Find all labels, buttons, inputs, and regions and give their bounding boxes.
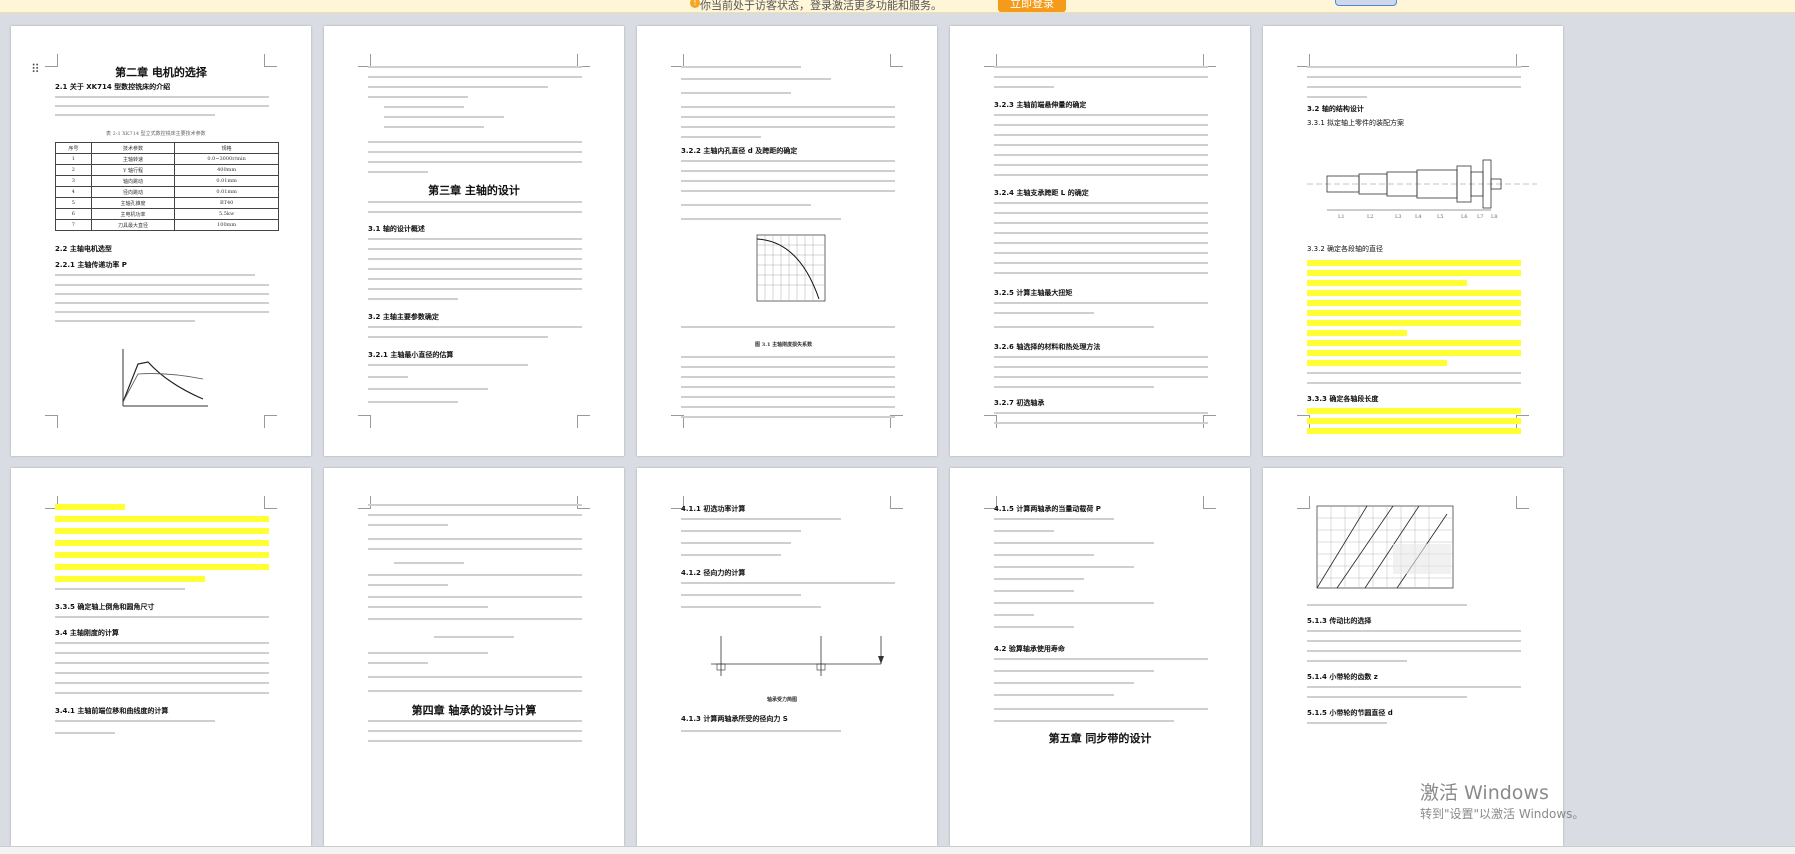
table-cell: 5.5kw: [174, 208, 279, 220]
banner-text: 你当前处于访客状态，登录激活更多功能和服务。: [700, 0, 942, 12]
section-heading: 2.2 主轴电机选型: [55, 245, 112, 253]
table-caption: 表 2-1 XK714 型立式数控铣床主要技术参数: [106, 131, 206, 137]
section-heading: 3.1 轴的设计概述: [368, 225, 425, 233]
table-cell: 0.01mm: [174, 175, 279, 187]
document-page-3[interactable]: 3.2.2 主轴内孔直径 d 及跨距的确定 图 3.1 主轴刚度损失系数: [637, 26, 937, 456]
table-cell: 3: [55, 175, 92, 187]
chapter-title: 第三章 主轴的设计: [428, 184, 520, 197]
section-heading: 3.2.5 计算主轴最大扭矩: [994, 289, 1073, 297]
section-heading: 3.2.3 主轴前端悬伸量的确定: [994, 101, 1087, 109]
toggle-switch[interactable]: [1335, 0, 1397, 6]
section-heading: 3.4.1 主轴前端位移和曲线度的计算: [55, 707, 169, 715]
section-heading: 3.3.2 确定各段轴的直径: [1307, 245, 1384, 253]
belt-selection-chart: [1316, 505, 1454, 589]
table-cell: 主电机功率: [90, 208, 176, 220]
spec-table: 序号 技术参数 规格 1 主轴转速 0.0~3000r/min 2Y 轴行程 400m…: [55, 142, 279, 231]
guest-banner: ! 你当前处于访客状态，登录激活更多功能和服务。 立即登录: [0, 0, 1795, 13]
table-cell: 400mm: [174, 164, 279, 176]
document-page-5[interactable]: 3.2 轴的结构设计 3.3.1 拟定轴上零件的装配方案 L1 L2 L3 L4…: [1263, 26, 1563, 456]
warning-icon: !: [690, 0, 700, 8]
section-heading: 4.1.5 计算两轴承的当量动载荷 P: [994, 505, 1101, 513]
section-heading: 2.2.1 主轴传递功率 P: [55, 261, 127, 269]
document-page-6[interactable]: 3.3.5 确定轴上倒角和圆角尺寸 3.4 主轴刚度的计算 3.4.1 主轴前端…: [11, 468, 311, 846]
shaft-label: L3: [1395, 214, 1402, 220]
table-cell: 4: [55, 186, 92, 198]
motor-torque-curve-figure: [122, 349, 208, 407]
windows-activation-watermark: 激活 Windows 转到"设置"以激活 Windows。: [1420, 778, 1584, 822]
bearing-force-diagram: [711, 636, 884, 676]
stiffness-chart-figure: [756, 234, 826, 302]
table-header: 技术参数: [90, 142, 176, 154]
drag-handle-icon[interactable]: ⠿: [31, 62, 40, 76]
table-header: 序号: [55, 142, 92, 154]
shaft-label: L8: [1491, 214, 1498, 220]
section-heading: 4.1.2 径向力的计算: [681, 569, 746, 577]
figure-caption: 图 3.1 主轴刚度损失系数: [755, 342, 813, 348]
table-cell: 主轴转速: [90, 153, 176, 165]
document-page-8[interactable]: 4.1.1 初选功率计算 4.1.2 径向力的计算 轴承受力简图 4.1.3 计…: [637, 468, 937, 846]
section-heading: 5.1.5 小带轮的节圆直径 d: [1307, 709, 1393, 717]
section-heading: 4.1.3 计算两轴承所受的径向力 S: [681, 715, 788, 723]
section-heading: 2.1 关于 XK714 型数控铣床的介绍: [55, 83, 171, 91]
section-heading: 5.1.4 小带轮的齿数 z: [1307, 673, 1378, 681]
section-heading: 3.3.3 确定各轴段长度: [1307, 395, 1379, 403]
shaft-assembly-figure: [1307, 159, 1537, 211]
section-heading: 3.2.1 主轴最小直径的估算: [368, 351, 454, 359]
section-heading: 3.4 主轴刚度的计算: [55, 629, 119, 637]
table-cell: 100mm: [174, 219, 279, 231]
chapter-title: 第五章 同步带的设计: [1048, 732, 1152, 745]
shaft-label: L6: [1461, 214, 1468, 220]
section-heading: 3.2.2 主轴内孔直径 d 及跨距的确定: [681, 147, 798, 155]
section-heading: 3.3.1 拟定轴上零件的装配方案: [1307, 119, 1405, 127]
chapter-title: 第四章 轴承的设计与计算: [411, 704, 537, 717]
table-cell: 径向跳动: [90, 186, 176, 198]
table-header: 规格: [174, 142, 279, 154]
table-cell: 主轴孔锥度: [90, 197, 176, 209]
section-heading: 4.2 验算轴承使用寿命: [994, 645, 1065, 653]
table-cell: 5: [55, 197, 92, 209]
shaft-label: L7: [1477, 214, 1484, 220]
table-cell: BT40: [174, 197, 279, 209]
document-page-9[interactable]: 4.1.5 计算两轴承的当量动载荷 P 4.2 验算轴承使用寿命 第五章 同步带…: [950, 468, 1250, 846]
document-page-7[interactable]: 第四章 轴承的设计与计算: [324, 468, 624, 846]
section-heading: 3.2.6 轴选择的材料和热处理方法: [994, 343, 1101, 351]
table-cell: 2: [55, 164, 92, 176]
section-heading: 3.2 轴的结构设计: [1307, 105, 1364, 113]
document-page-4[interactable]: 3.2.3 主轴前端悬伸量的确定 3.2.4 主轴支承跨距 L 的确定 3.2.…: [950, 26, 1250, 456]
table-cell: 1: [55, 153, 92, 165]
table-cell: Y 轴行程: [90, 164, 176, 176]
watermark-line-2: 转到"设置"以激活 Windows。: [1420, 807, 1585, 821]
document-page-2[interactable]: 第三章 主轴的设计 3.1 轴的设计概述 3.2 主轴主要参数确定 3.2.1 …: [324, 26, 624, 456]
shaft-label: L4: [1415, 214, 1422, 220]
table-cell: 6: [55, 208, 92, 220]
table-cell: 0.01mm: [174, 186, 279, 198]
table-cell: 7: [55, 219, 92, 231]
watermark-line-1: 激活 Windows: [1420, 782, 1549, 804]
section-heading: 3.3.5 确定轴上倒角和圆角尺寸: [55, 603, 155, 611]
section-heading: 4.1.1 初选功率计算: [681, 505, 746, 513]
section-heading: 3.2 主轴主要参数确定: [368, 313, 439, 321]
table-cell: 刀具最大直径: [90, 219, 176, 231]
section-heading: 3.2.4 主轴支承跨距 L 的确定: [994, 189, 1089, 197]
section-heading: 3.2.7 初选轴承: [994, 399, 1045, 407]
table-cell: 轴向跳动: [90, 175, 176, 187]
shaft-label: L2: [1367, 214, 1374, 220]
document-page-1[interactable]: 第二章 电机的选择 2.1 关于 XK714 型数控铣床的介绍 表 2-1 XK…: [11, 26, 311, 456]
shaft-label: L5: [1437, 214, 1444, 220]
figure-caption: 轴承受力简图: [767, 697, 798, 703]
table-cell: 0.0~3000r/min: [174, 153, 279, 165]
section-heading: 5.1.3 传动比的选择: [1307, 617, 1372, 625]
chapter-title: 第二章 电机的选择: [115, 66, 207, 79]
login-button[interactable]: 立即登录: [998, 0, 1066, 12]
shaft-label: L1: [1338, 214, 1345, 220]
